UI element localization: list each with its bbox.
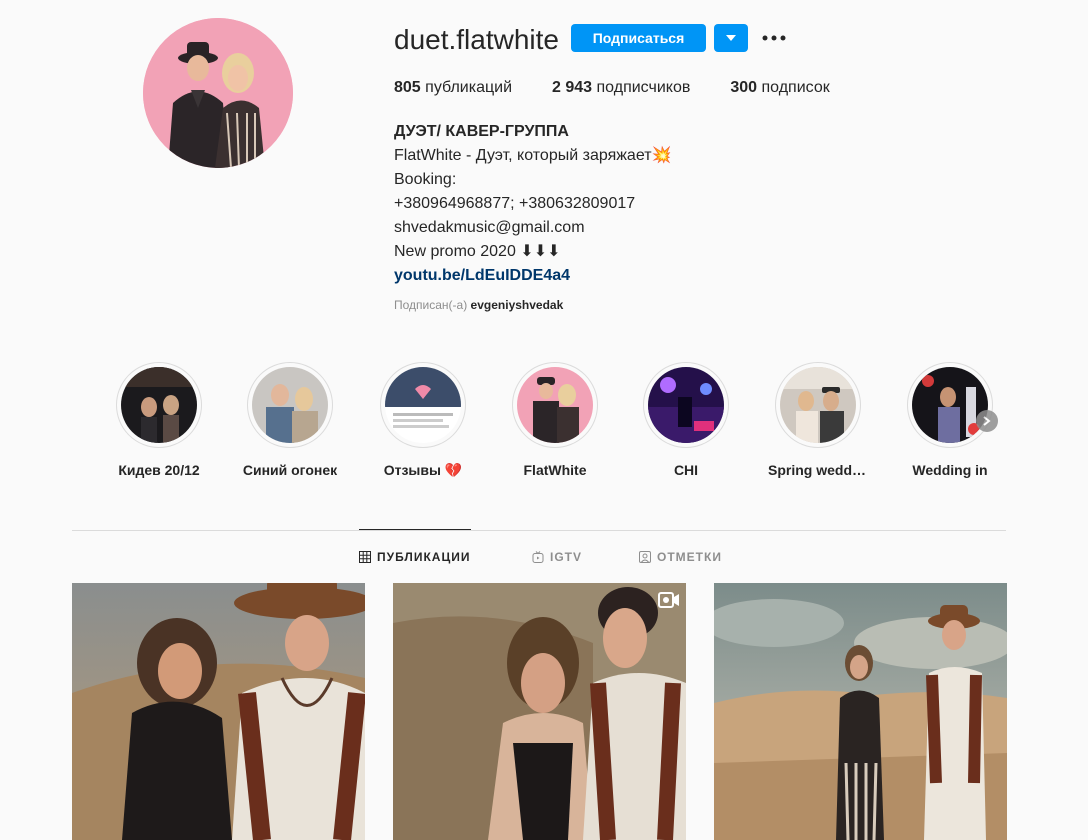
post-thumbnail[interactable]	[393, 583, 686, 840]
tab-igtv-label: IGTV	[550, 550, 583, 564]
highlight-cover	[385, 367, 461, 443]
story-highlight[interactable]: Spring wedding	[768, 362, 868, 478]
story-highlight[interactable]: FlatWhite	[505, 362, 605, 478]
tab-posts[interactable]: ПУБЛИКАЦИИ	[359, 550, 470, 564]
profile-avatar[interactable]	[143, 18, 293, 168]
active-tab-indicator	[359, 529, 471, 530]
highlight-label: CHI	[673, 462, 699, 478]
highlight-cover	[252, 367, 328, 443]
highlight-label: Отзывы 💔	[383, 462, 463, 478]
chevron-right-icon	[983, 416, 991, 426]
bio-line: FlatWhite - Дуэт, который заряжает💥	[394, 147, 672, 164]
highlight-label: Spring wedding	[768, 462, 868, 478]
highlight-cover	[780, 367, 856, 443]
bio-line: shvedakmusic@gmail.com	[394, 219, 585, 236]
tab-igtv[interactable]: IGTV	[532, 550, 582, 564]
highlight-label: Кидев 20/12	[118, 462, 200, 478]
post-thumbnail[interactable]	[714, 583, 1007, 840]
highlight-cover	[121, 367, 197, 443]
video-icon	[658, 591, 680, 609]
posts-count: 805 публикаций	[394, 78, 512, 98]
more-options-button[interactable]	[760, 24, 788, 52]
story-highlight[interactable]: CHI	[636, 362, 736, 478]
followers-count[interactable]: 2 943 подписчиков	[552, 78, 690, 98]
bio-line: +380964968877; +380632809017	[394, 195, 636, 212]
highlight-label: Синий огонек	[242, 462, 338, 478]
suggested-dropdown-button[interactable]	[714, 24, 748, 52]
followers-count-value: 2 943	[552, 79, 593, 96]
profile-username: duet.flatwhite	[394, 24, 559, 55]
following-count-label: подписок	[761, 79, 830, 96]
story-highlight[interactable]: Отзывы 💔	[373, 362, 473, 479]
followed-by[interactable]: Подписан(-а) evgeniyshvedak	[394, 298, 563, 312]
story-highlight[interactable]: Синий огонек	[240, 362, 340, 478]
tagged-user-icon	[639, 551, 651, 563]
ellipsis-icon	[762, 35, 786, 41]
tabs-divider	[72, 530, 1006, 531]
highlight-label: FlatWhite	[523, 462, 587, 478]
highlight-cover	[648, 367, 724, 443]
highlight-cover	[912, 367, 988, 443]
post-thumbnail[interactable]	[72, 583, 365, 840]
followed-by-prefix: Подписан(-а)	[394, 298, 468, 312]
profile-stats: 805 публикаций 2 943 подписчиков 300 под…	[394, 78, 870, 98]
followed-by-user: evgeniyshvedak	[470, 298, 564, 312]
followers-count-label: подписчиков	[596, 79, 691, 96]
tab-posts-label: ПУБЛИКАЦИИ	[377, 550, 471, 564]
bio-title: ДУЭТ/ КАВЕР-ГРУППА	[394, 123, 569, 140]
posts-count-label: публикаций	[425, 79, 513, 96]
tab-tagged[interactable]: ОТМЕТКИ	[639, 550, 722, 564]
highlights-next-button[interactable]	[976, 410, 998, 432]
bio-line: Booking:	[394, 171, 457, 188]
bio-line: New promo 2020 ⬇⬇⬇	[394, 243, 561, 260]
profile-bio: ДУЭТ/ КАВЕР-ГРУППА FlatWhite - Дуэт, кот…	[394, 120, 914, 288]
igtv-icon	[532, 551, 544, 563]
tab-tagged-label: ОТМЕТКИ	[657, 550, 722, 564]
story-highlight[interactable]: Кидев 20/12	[109, 362, 209, 478]
highlight-cover	[517, 367, 593, 443]
highlight-label: Wedding in	[912, 462, 988, 478]
following-count[interactable]: 300 подписок	[730, 78, 829, 98]
bio-link[interactable]: youtu.be/LdEuIDDE4a4	[394, 264, 914, 288]
following-count-value: 300	[730, 79, 758, 96]
posts-count-value: 805	[394, 79, 421, 96]
follow-button[interactable]: Подписаться	[571, 24, 706, 52]
grid-icon	[359, 551, 371, 563]
caret-down-icon	[726, 35, 736, 41]
